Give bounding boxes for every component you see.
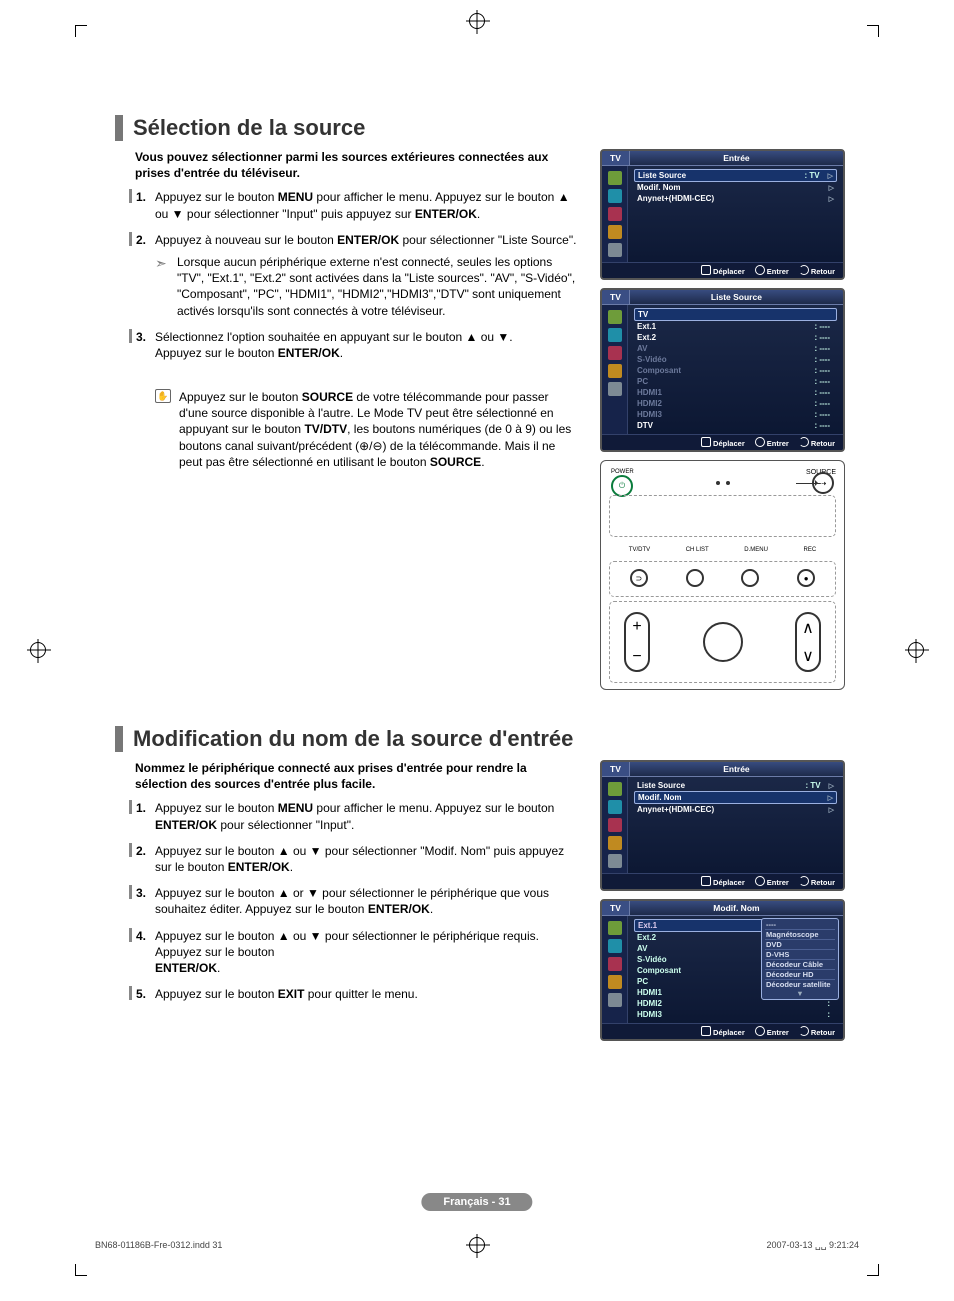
text-column: Nommez le périphérique connecté aux pris… — [115, 760, 580, 1012]
osd-iconbar — [602, 777, 628, 873]
osd-tab: TV — [602, 762, 630, 776]
osd-title: Modif. Nom — [630, 901, 843, 915]
osd-row: HDMI1: ---- — [634, 387, 837, 398]
crop-mark — [75, 25, 87, 37]
osd-title: Entrée — [630, 151, 843, 165]
nav-zone: ∧∨ +− — [609, 601, 836, 683]
osd-iconbar — [602, 916, 628, 1023]
section-title: Modification du nom de la source d'entré… — [133, 726, 573, 752]
step-5: Appuyez sur le bouton EXIT pour quitter … — [135, 986, 580, 1002]
osd-entree: TVEntrée Liste Source: TV▷ Modif. Nom▷ A… — [600, 149, 845, 280]
registration-mark — [908, 642, 924, 658]
step-3: Appuyez sur le bouton ▲ or ▼ pour sélect… — [135, 885, 580, 917]
print-footer: BN68-01186B-Fre-0312.indd 31 2007-03-13 … — [95, 1240, 859, 1251]
osd-row: HDMI3: — [634, 1009, 837, 1020]
remote-tip: ✋ Appuyez sur le bouton SOURCE de votre … — [155, 389, 580, 470]
crop-mark — [75, 1264, 87, 1276]
osd-liste-source: TVListe Source TVExt.1: ----Ext.2: ----A… — [600, 288, 845, 452]
osd-row-liste-source: Liste Source: TV▷ — [634, 169, 837, 182]
section-source-selection: Sélection de la source Vous pouvez sélec… — [115, 115, 845, 690]
osd-tab: TV — [602, 901, 630, 915]
section-header: Sélection de la source — [115, 115, 845, 141]
step-note: Lorsque aucun périphérique externe n'est… — [155, 254, 580, 319]
footer-date: 2007-03-13 ␣␣ 9:21:24 — [767, 1240, 860, 1251]
osd-row-anynet: Anynet+(HDMI-CEC)▷ — [634, 804, 837, 815]
num-pad-zone — [609, 495, 836, 537]
osd-row: Ext.2: ---- — [634, 332, 837, 343]
transport-zone — [609, 561, 836, 597]
text-column: Vous pouvez sélectionner parmi les sourc… — [115, 149, 580, 470]
osd-title: Entrée — [630, 762, 843, 776]
osd-row: DTV: ---- — [634, 420, 837, 431]
triangle-icon: ▷ — [829, 195, 834, 203]
section-edit-name: Modification du nom de la source d'entré… — [115, 726, 845, 1049]
intro-text: Nommez le périphérique connecté aux pris… — [135, 760, 580, 792]
osd-row: Ext.1: ---- — [634, 321, 837, 332]
source-button: ⇢ — [812, 472, 834, 494]
osd-row-liste-source: Liste Source: TV▷ — [634, 780, 837, 791]
osd-title: Liste Source — [630, 290, 843, 304]
osd-column: TVEntrée Liste Source: TV▷ Modif. Nom▷ A… — [600, 760, 845, 1049]
triangle-icon: ▷ — [829, 806, 834, 814]
osd-row: TV — [634, 308, 837, 321]
step-3: Sélectionnez l'option souhaitée en appuy… — [135, 329, 580, 361]
section-header: Modification du nom de la source d'entré… — [115, 726, 845, 752]
registration-mark — [469, 13, 485, 29]
remote-icon: ✋ — [155, 389, 171, 403]
osd-footer: DéplacerEntrerRetour — [602, 873, 843, 889]
osd-row-modif-nom: Modif. Nom▷ — [634, 182, 837, 193]
osd-footer: DéplacerEntrerRetour — [602, 1023, 843, 1039]
triangle-icon: ▷ — [829, 184, 834, 192]
osd-footer: DéplacerEntrerRetour — [602, 434, 843, 450]
osd-tab: TV — [602, 151, 630, 165]
remote-control: SOURCE POWER⏻ ⇢ TV/DTVCH LISTD.MENUREC ⊃ — [600, 460, 845, 690]
osd-column: TVEntrée Liste Source: TV▷ Modif. Nom▷ A… — [600, 149, 845, 690]
step-2: Appuyez sur le bouton ▲ ou ▼ pour sélect… — [135, 843, 580, 875]
section-title: Sélection de la source — [133, 115, 365, 141]
footer-file: BN68-01186B-Fre-0312.indd 31 — [95, 1240, 222, 1251]
osd-row-modif-nom: Modif. Nom▷ — [634, 791, 837, 804]
step-2: Appuyez à nouveau sur le bouton ENTER/OK… — [135, 232, 580, 319]
osd-entree-2: TVEntrée Liste Source: TV▷ Modif. Nom▷ A… — [600, 760, 845, 891]
page-content: Sélection de la source Vous pouvez sélec… — [115, 115, 845, 1085]
step-1: Appuyez sur le bouton MENU pour afficher… — [135, 800, 580, 832]
osd-footer: DéplacerEntrerRetour — [602, 262, 843, 278]
crop-mark — [867, 25, 879, 37]
intro-text: Vous pouvez sélectionner parmi les sourc… — [135, 149, 580, 181]
page-number: Français - 31 — [421, 1193, 532, 1211]
osd-dropdown: ----MagnétoscopeDVDD-VHSDécodeur CâbleDé… — [761, 918, 839, 1000]
osd-row: Composant: ---- — [634, 365, 837, 376]
power-button: ⏻ — [611, 475, 633, 497]
crop-mark — [867, 1264, 879, 1276]
osd-tab: TV — [602, 290, 630, 304]
registration-mark — [30, 642, 46, 658]
osd-row: HDMI3: ---- — [634, 409, 837, 420]
osd-row-anynet: Anynet+(HDMI-CEC)▷ — [634, 193, 837, 204]
triangle-icon: ▷ — [829, 782, 834, 790]
osd-row: AV: ---- — [634, 343, 837, 354]
osd-row: PC: ---- — [634, 376, 837, 387]
osd-row: S-Vidéo: ---- — [634, 354, 837, 365]
triangle-icon: ▷ — [828, 794, 833, 802]
osd-iconbar — [602, 166, 628, 262]
triangle-icon: ▷ — [828, 172, 833, 180]
step-1: Appuyez sur le bouton MENU pour afficher… — [135, 189, 580, 221]
osd-iconbar — [602, 305, 628, 434]
osd-modif-nom: TVModif. Nom Ext.1:Ext.2:AV:S-Vidéo:Comp… — [600, 899, 845, 1041]
step-4: Appuyez sur le bouton ▲ ou ▼ pour sélect… — [135, 928, 580, 977]
osd-row: HDMI2: ---- — [634, 398, 837, 409]
